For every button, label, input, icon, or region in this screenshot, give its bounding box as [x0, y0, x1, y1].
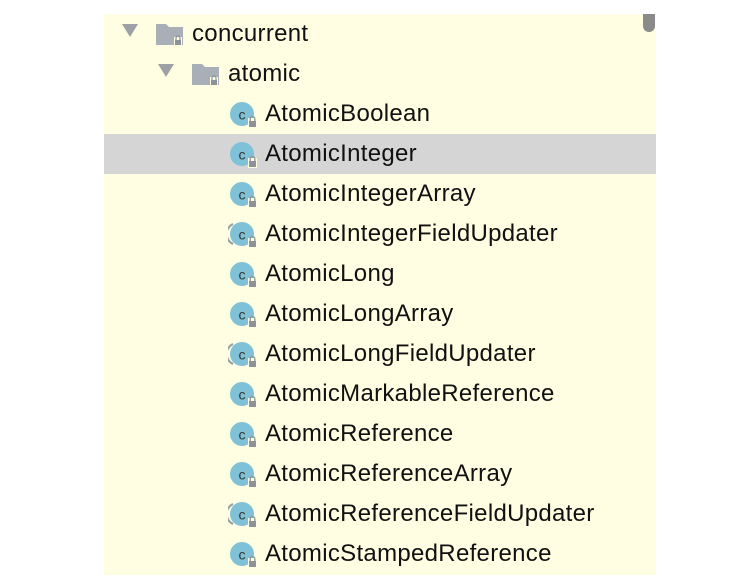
class-icon: c — [228, 379, 258, 409]
tree-item-label: AtomicMarkableReference — [265, 380, 555, 407]
tree-item-label: AtomicReferenceArray — [265, 460, 513, 487]
svg-text:c: c — [239, 267, 246, 283]
svg-text:c: c — [239, 507, 246, 523]
tree-item-concurrent[interactable]: concurrent — [104, 14, 656, 54]
class-icon: c — [228, 139, 258, 169]
tree-item-label: AtomicLongArray — [265, 300, 454, 327]
class-icon: c — [228, 419, 258, 449]
tree-item-label: AtomicLong — [265, 260, 395, 287]
tree-item-label: AtomicReferenceFieldUpdater — [265, 500, 595, 527]
svg-text:c: c — [239, 347, 246, 363]
tree-item-atomicstampedreference[interactable]: c AtomicStampedReference — [104, 534, 656, 574]
abstract-class-icon: c — [228, 499, 258, 529]
svg-text:c: c — [239, 107, 246, 123]
tree-item-atomicintegerarray[interactable]: c AtomicIntegerArray — [104, 174, 656, 214]
tree-item-atomicreferencefieldupdater[interactable]: c AtomicReferenceFieldUpdater — [104, 494, 656, 534]
svg-text:c: c — [239, 307, 246, 323]
tree-item-atomicmarkablereference[interactable]: c AtomicMarkableReference — [104, 374, 656, 414]
class-icon: c — [228, 259, 258, 289]
project-tree: concurrent atomic c AtomicBoolean c Atom… — [104, 14, 656, 574]
tree-item-atomic[interactable]: atomic — [104, 54, 656, 94]
expand-arrow-icon[interactable] — [122, 24, 138, 37]
tree-item-label: AtomicInteger — [265, 140, 417, 167]
svg-text:c: c — [239, 227, 246, 243]
class-icon: c — [228, 539, 258, 569]
expand-arrow-icon[interactable] — [158, 64, 174, 77]
tree-item-label: concurrent — [192, 20, 309, 47]
folder-icon — [155, 21, 185, 47]
tree-item-label: AtomicLongFieldUpdater — [265, 340, 536, 367]
class-icon: c — [228, 459, 258, 489]
package-folder-icon — [191, 61, 221, 87]
tree-item-atomicboolean[interactable]: c AtomicBoolean — [104, 94, 656, 134]
svg-text:c: c — [239, 147, 246, 163]
svg-text:c: c — [239, 387, 246, 403]
tree-item-label: AtomicIntegerFieldUpdater — [265, 220, 558, 247]
tree-item-label: atomic — [228, 60, 301, 87]
class-icon: c — [228, 99, 258, 129]
abstract-class-icon: c — [228, 339, 258, 369]
abstract-class-icon: c — [228, 219, 258, 249]
tree-item-atomiclong[interactable]: c AtomicLong — [104, 254, 656, 294]
tree-item-label: AtomicReference — [265, 420, 454, 447]
tree-item-atomiclongarray[interactable]: c AtomicLongArray — [104, 294, 656, 334]
tree-item-atomicreference[interactable]: c AtomicReference — [104, 414, 656, 454]
tree-item-label: AtomicIntegerArray — [265, 180, 476, 207]
tree-item-atomiclongfieldupdater[interactable]: c AtomicLongFieldUpdater — [104, 334, 656, 374]
tree-item-atomicintegerfieldupdater[interactable]: c AtomicIntegerFieldUpdater — [104, 214, 656, 254]
tree-item-atomicinteger[interactable]: c AtomicInteger — [104, 134, 656, 174]
class-icon: c — [228, 179, 258, 209]
tree-item-label: AtomicBoolean — [265, 100, 431, 127]
class-icon: c — [228, 299, 258, 329]
svg-text:c: c — [239, 187, 246, 203]
svg-text:c: c — [239, 547, 246, 563]
tree-item-atomicreferencearray[interactable]: c AtomicReferenceArray — [104, 454, 656, 494]
tree-item-label: AtomicStampedReference — [265, 540, 552, 567]
svg-text:c: c — [239, 467, 246, 483]
svg-text:c: c — [239, 427, 246, 443]
